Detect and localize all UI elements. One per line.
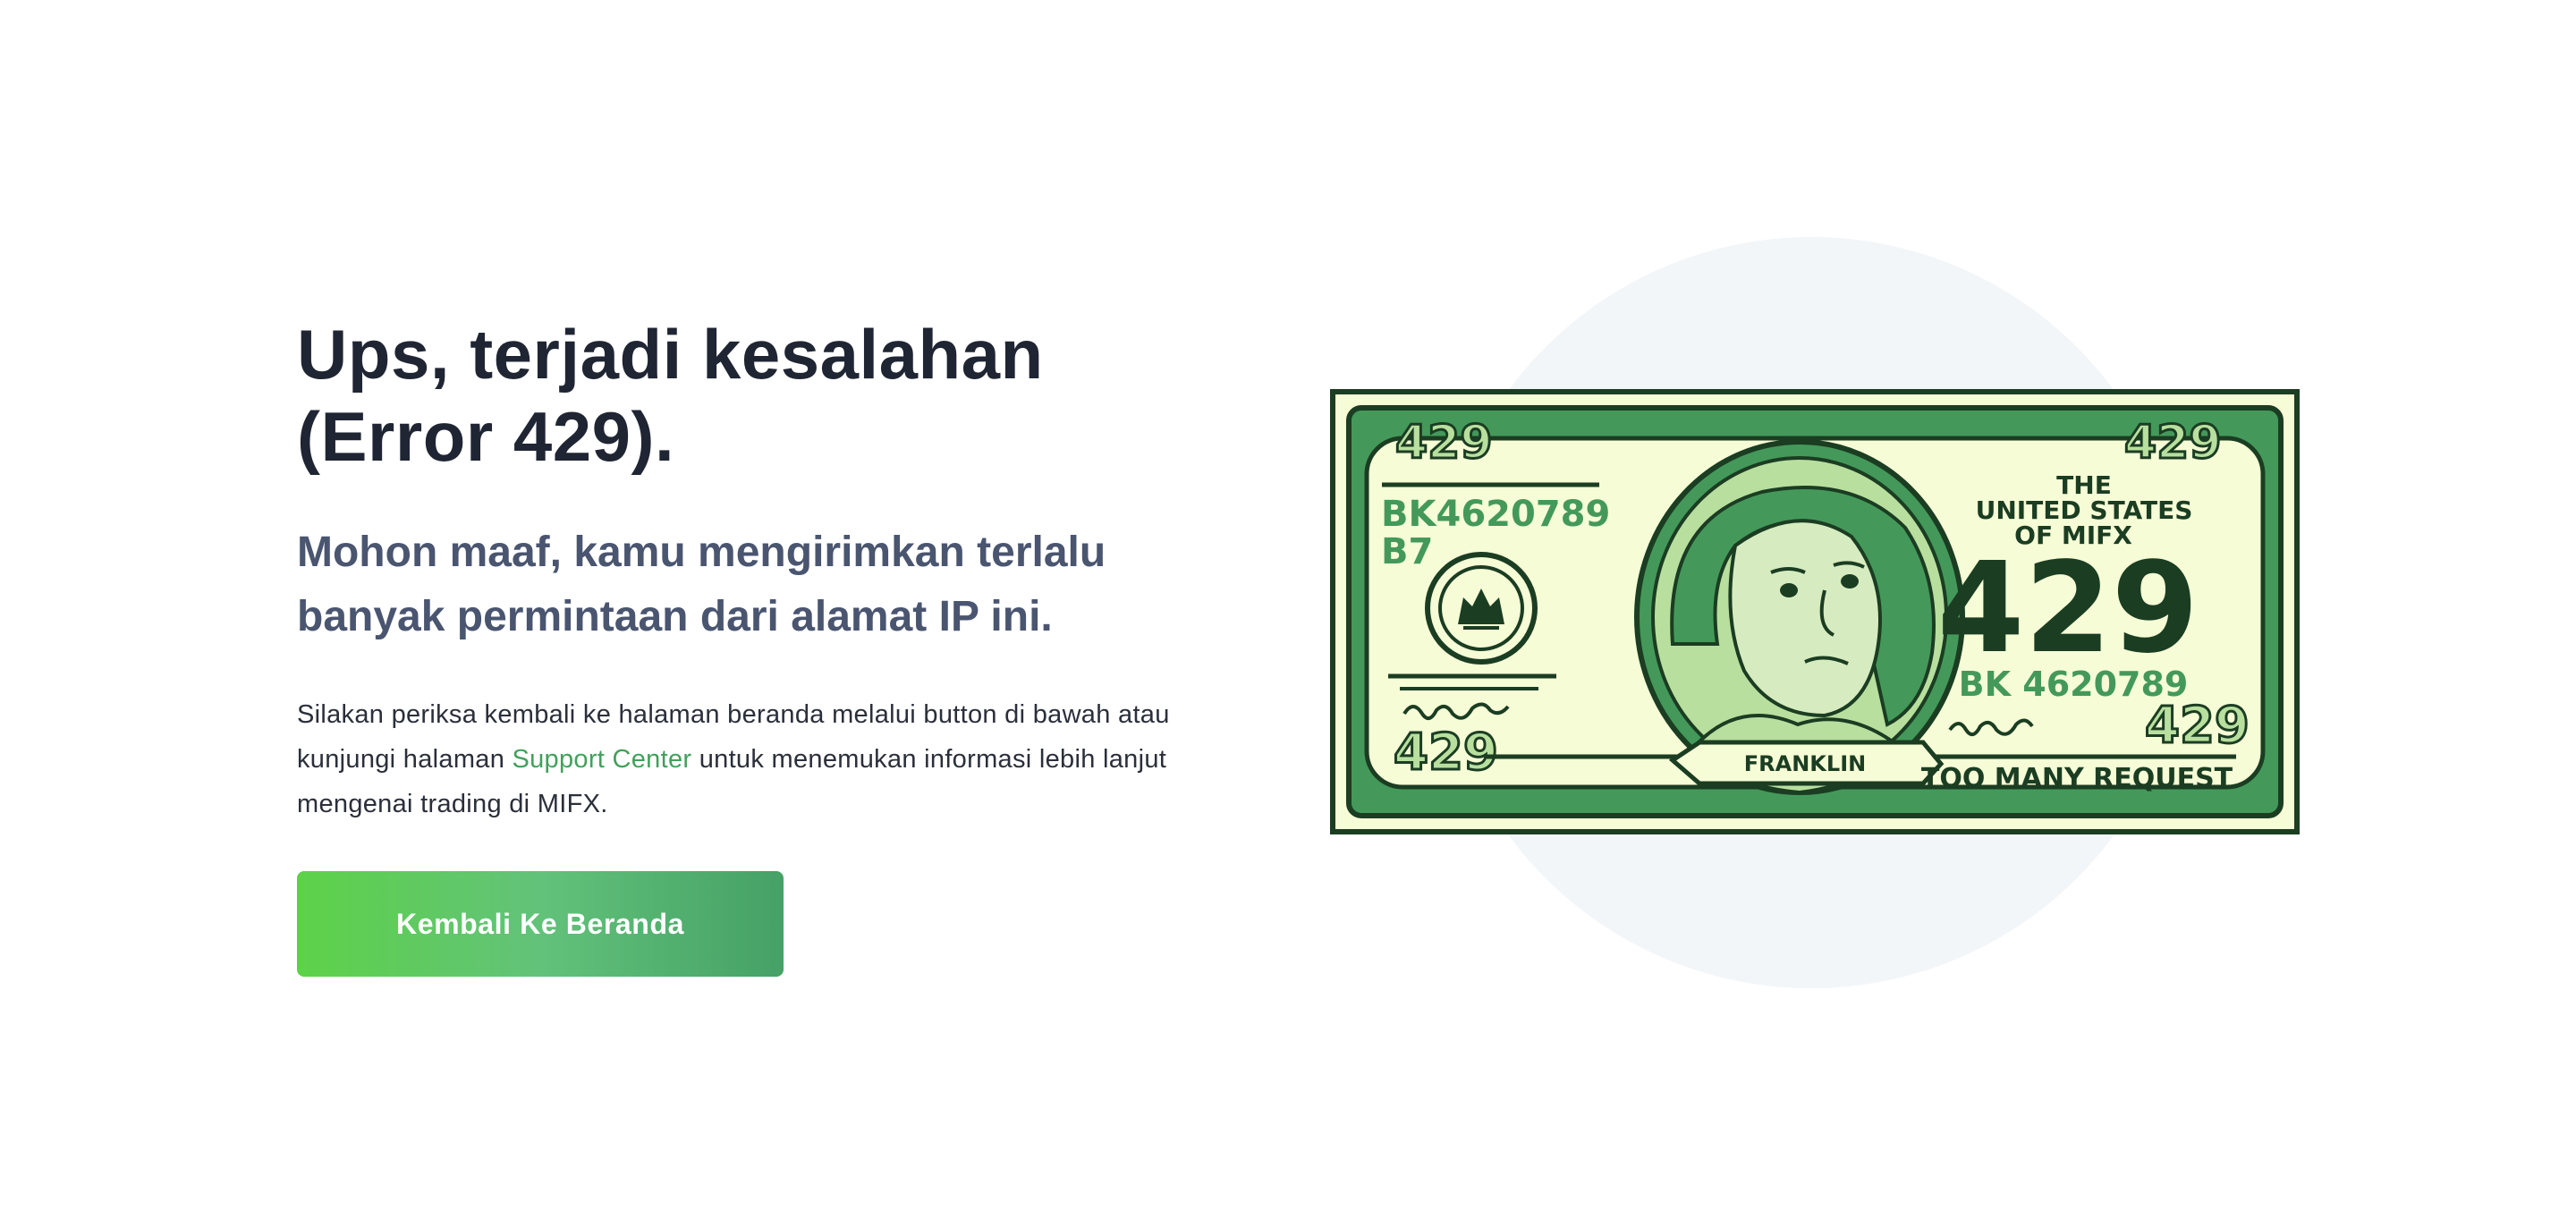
back-to-home-button[interactable]: Kembali Ke Beranda: [297, 871, 784, 977]
support-center-link[interactable]: Support Center: [512, 745, 691, 774]
corner-number-top-left: 429: [1395, 416, 1493, 470]
portrait-name: FRANKLIN: [1744, 751, 1866, 776]
error-subtitle-line-2: banyak permintaan dari alamat IP ini.: [297, 593, 1053, 640]
error-description: Silakan periksa kembali ke halaman beran…: [297, 692, 1263, 826]
banknote-svg: 429 429 429 429 BK4620789 B7 FRANKLIN TH…: [1330, 237, 2300, 988]
serial-number-left: BK4620789: [1381, 494, 1610, 535]
banknote-big-number: 429: [1937, 536, 2199, 682]
page-title-line-2: (Error 429).: [297, 397, 675, 476]
corner-number-top-right: 429: [2124, 416, 2222, 470]
banknote-illustration: 429 429 429 429 BK4620789 B7 FRANKLIN TH…: [1315, 224, 2308, 1002]
banknote-caption: TOO MANY REQUEST: [1921, 763, 2233, 794]
error-page: Ups, terjadi kesalahan (Error 429). Moho…: [0, 0, 2576, 1211]
error-subtitle-line-1: Mohon maaf, kamu mengirimkan terlalu: [297, 529, 1106, 576]
corner-number-bottom-right: 429: [2145, 697, 2250, 755]
serial-suffix-left: B7: [1381, 531, 1433, 572]
corner-number-bottom-left: 429: [1394, 724, 1498, 782]
serial-number-right: BK 4620789: [1959, 665, 2189, 704]
error-content: Ups, terjadi kesalahan (Error 429). Moho…: [297, 313, 1263, 977]
page-title: Ups, terjadi kesalahan (Error 429).: [297, 313, 1263, 478]
page-title-line-1: Ups, terjadi kesalahan: [297, 315, 1044, 394]
error-subtitle: Mohon maaf, kamu mengirimkan terlalu ban…: [297, 521, 1263, 649]
seal-icon: [1425, 552, 1538, 665]
portrait-icon: [1634, 439, 1965, 795]
